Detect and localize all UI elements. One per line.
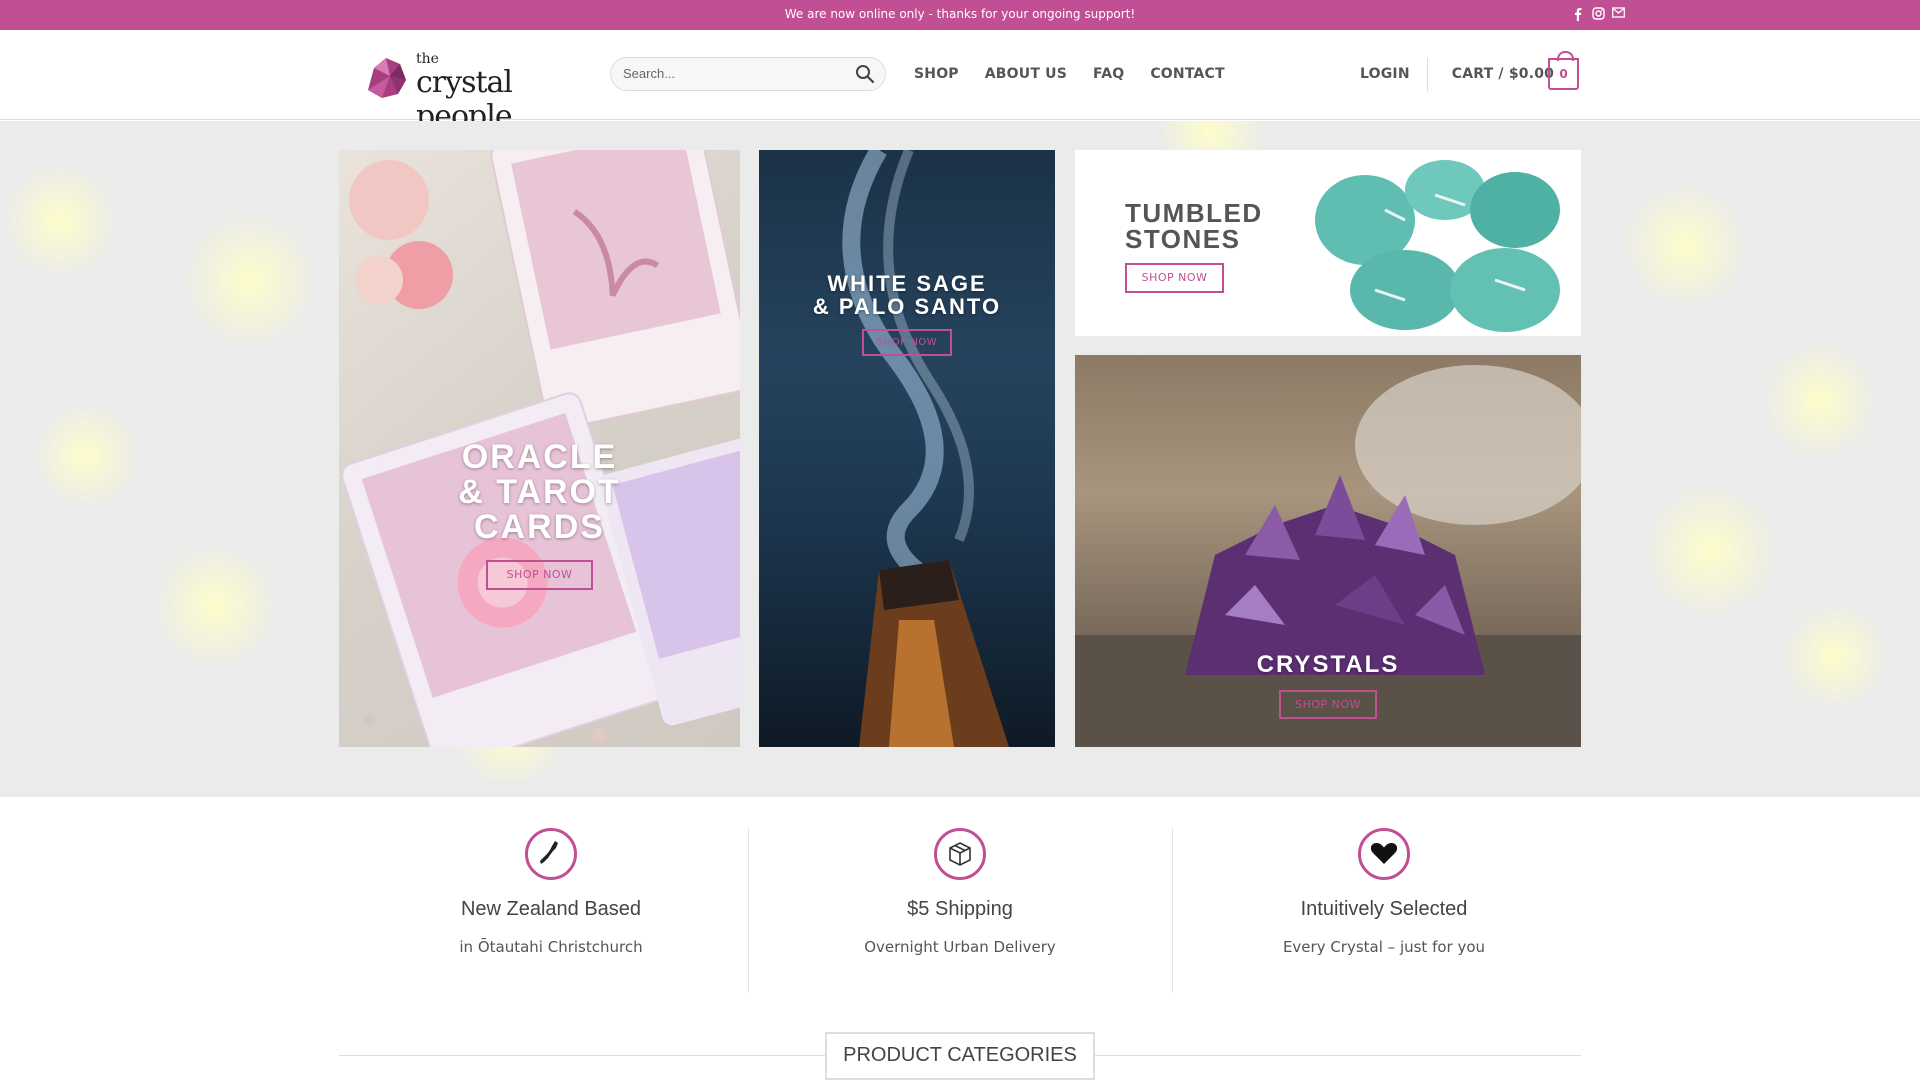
site-header: the crystal people SHOP ABOUT US FAQ CON… xyxy=(0,30,1920,134)
tile-title: WHITE SAGE & PALO SANTO xyxy=(812,271,1002,319)
package-icon xyxy=(934,828,986,880)
bokeh-light xyxy=(150,541,280,671)
bokeh-light xyxy=(1640,481,1780,621)
feature-title: New Zealand Based xyxy=(460,898,642,920)
nav-about-us[interactable]: ABOUT US xyxy=(985,66,1067,82)
search-icon[interactable] xyxy=(855,64,877,86)
bokeh-light xyxy=(0,161,120,281)
bokeh-light xyxy=(1780,601,1890,711)
feature-title: Intuitively Selected xyxy=(1300,898,1468,920)
logo-the: the xyxy=(416,51,439,67)
feature-new-zealand: New Zealand Based in Ōtautahi Christchur… xyxy=(339,828,763,993)
smoke-image xyxy=(842,150,1009,747)
feature-subtitle: Every Crystal – just for you xyxy=(1282,938,1486,956)
tile-title: CRYSTALS xyxy=(1256,651,1400,678)
tile-crystals[interactable]: CRYSTALS SHOP NOW xyxy=(1075,355,1581,747)
tile-tumbled-stones[interactable]: TUMBLED STONES SHOP NOW xyxy=(1075,150,1581,336)
feature-intuitive: Intuitively Selected Every Crystal – jus… xyxy=(1172,828,1596,993)
top-announcement-bar: We are now online only - thanks for your… xyxy=(0,0,1920,30)
nav-contact[interactable]: CONTACT xyxy=(1150,66,1224,82)
search-box xyxy=(610,57,886,91)
site-logo[interactable]: the crystal people xyxy=(360,48,565,134)
feature-subtitle: Overnight Urban Delivery xyxy=(864,938,1056,956)
product-categories-heading: PRODUCT CATEGORIES xyxy=(825,1032,1095,1080)
shop-now-button[interactable]: SHOP NOW xyxy=(1279,690,1377,719)
tile-title: ORACLE & TAROT CARDS xyxy=(458,438,621,546)
nav-shop[interactable]: SHOP xyxy=(914,66,959,82)
header-divider xyxy=(1427,58,1428,92)
email-icon[interactable] xyxy=(1611,7,1625,21)
crystal-logo-icon xyxy=(368,58,406,98)
bokeh-light xyxy=(30,401,140,511)
shop-now-button[interactable]: SHOP NOW xyxy=(1125,263,1224,293)
facebook-icon[interactable] xyxy=(1571,7,1585,21)
search-input[interactable] xyxy=(623,66,843,81)
feature-shipping: $5 Shipping Overnight Urban Delivery xyxy=(748,828,1172,993)
features-row: New Zealand Based in Ōtautahi Christchur… xyxy=(339,828,1581,993)
feature-subtitle: in Ōtautahi Christchurch xyxy=(459,938,643,956)
tile-oracle-tarot-cards[interactable]: ORACLE & TAROT CARDS SHOP NOW xyxy=(339,150,740,747)
shop-now-button[interactable]: SHOP NOW xyxy=(486,560,593,590)
bokeh-light xyxy=(1760,341,1880,461)
shop-now-button[interactable]: SHOP NOW xyxy=(862,329,952,356)
cart-count-badge[interactable]: 0 xyxy=(1548,51,1579,90)
login-link[interactable]: LOGIN xyxy=(1360,66,1410,82)
tile-title: TUMBLED STONES xyxy=(1125,198,1263,254)
feature-title: $5 Shipping xyxy=(907,898,1013,920)
instagram-icon[interactable] xyxy=(1591,7,1605,21)
social-links xyxy=(1571,7,1625,21)
main-nav: SHOP ABOUT US FAQ CONTACT xyxy=(914,66,1251,82)
bokeh-light xyxy=(1620,181,1750,311)
bokeh-light xyxy=(180,211,320,351)
amethyst-image xyxy=(1075,365,1581,747)
tile-white-sage-palo-santo[interactable]: WHITE SAGE & PALO SANTO SHOP NOW xyxy=(759,150,1055,747)
new-zealand-map-icon xyxy=(525,828,577,880)
nav-faq[interactable]: FAQ xyxy=(1093,66,1124,82)
heart-icon xyxy=(1358,828,1410,880)
cart-link[interactable]: CART / $0.00 xyxy=(1452,66,1554,82)
announcement-text: We are now online only - thanks for your… xyxy=(784,7,1136,21)
